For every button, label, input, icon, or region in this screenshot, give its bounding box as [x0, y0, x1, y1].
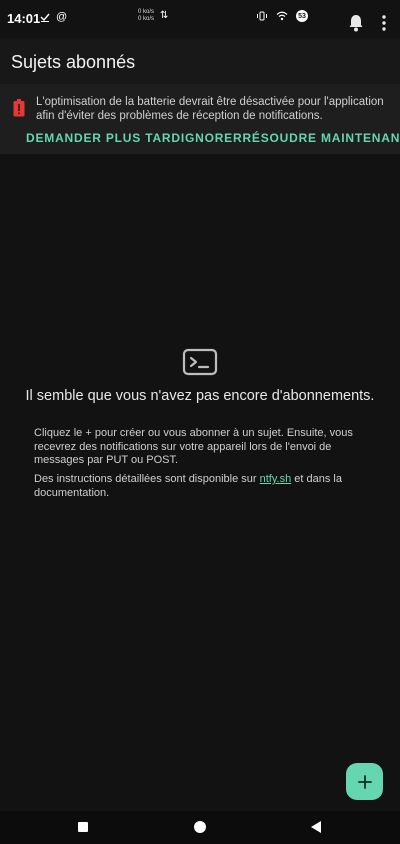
- home-button[interactable]: [194, 821, 206, 833]
- recents-button[interactable]: [78, 822, 88, 832]
- net-up: 0 ko/s: [138, 9, 155, 15]
- ask-later-button[interactable]: DEMANDER PLUS TARD: [26, 131, 181, 145]
- vibrate-icon: [257, 11, 267, 21]
- banner-message: L'optimisation de la batterie devrait êt…: [36, 96, 384, 122]
- network-speed: 0 ko/s 0 ko/s: [138, 9, 154, 23]
- battery-icon: 53: [296, 10, 308, 22]
- terminal-icon: [182, 348, 218, 376]
- battery-alert-icon: [13, 99, 25, 117]
- wifi-icon: [276, 11, 288, 21]
- ntfy-link[interactable]: ntfy.sh: [260, 473, 292, 485]
- status-left-icons: @: [40, 11, 67, 23]
- status-time: 14:01: [7, 11, 41, 26]
- empty-state-docs-text: Des instructions détaillées sont disponi…: [34, 473, 374, 500]
- status-bar: 14:01 @ 0 ko/s 0 ko/s ⇅ 53: [0, 0, 400, 38]
- bell-icon[interactable]: [348, 14, 364, 32]
- check-download-icon: [40, 13, 50, 22]
- page-title: Sujets abonnés: [11, 52, 136, 72]
- at-icon: @: [56, 11, 68, 23]
- more-vert-icon[interactable]: [379, 14, 389, 32]
- status-right-icons: 53: [256, 10, 308, 22]
- empty-state-title: Il semble que vous n'avez pas encore d'a…: [25, 388, 375, 404]
- docs-text-before: Des instructions détaillées sont disponi…: [34, 473, 260, 485]
- net-down: 0 ko/s: [138, 16, 155, 22]
- data-arrows-icon: ⇅: [160, 10, 169, 21]
- back-button[interactable]: [311, 821, 321, 833]
- plus-icon: [357, 774, 372, 789]
- fix-now-button[interactable]: RÉSOUDRE MAINTENANT: [242, 131, 400, 145]
- ignore-button[interactable]: IGNORER: [181, 131, 243, 145]
- app-bar: Sujets abonnés: [0, 38, 400, 84]
- empty-state-instructions: Cliquez le + pour créer ou vous abonner …: [34, 427, 353, 466]
- add-subscription-button[interactable]: [346, 763, 383, 800]
- banner-actions: DEMANDER PLUS TARD IGNORER RÉSOUDRE MAIN…: [26, 131, 400, 145]
